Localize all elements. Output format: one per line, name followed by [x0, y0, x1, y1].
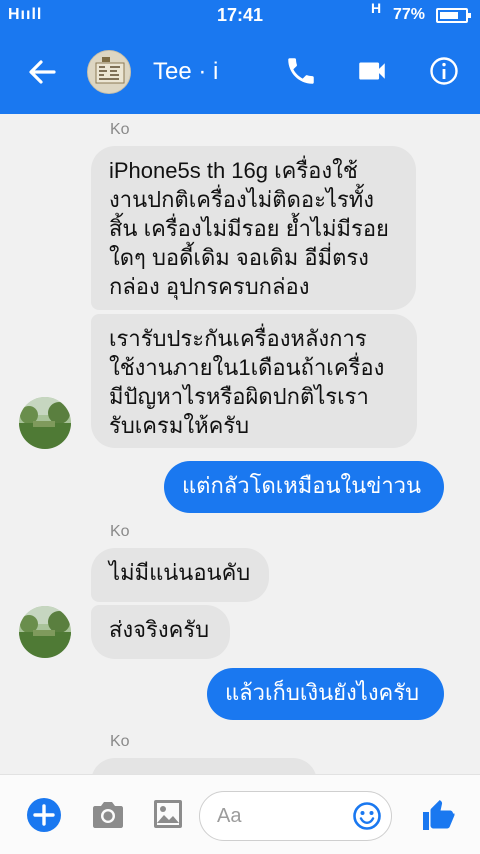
- camera-icon[interactable]: [91, 800, 125, 830]
- arrow-left-icon[interactable]: [26, 56, 58, 88]
- conversation-title[interactable]: Tee · i: [153, 58, 253, 86]
- message-list[interactable]: Ko iPhone5s th 16g เครื่องใช้ งานปกติเคร…: [0, 114, 480, 774]
- network-type: H: [371, 0, 382, 16]
- sender-name: Ko: [110, 121, 130, 138]
- conversation-header: Tee · i: [0, 30, 480, 114]
- status-bar: Hııll 17:41 H 77%: [0, 0, 480, 30]
- outgoing-message[interactable]: แล้วเก็บเงินยังไงครับ: [207, 668, 444, 720]
- battery-fill: [440, 12, 458, 19]
- phone-icon[interactable]: [284, 54, 318, 88]
- message-input[interactable]: Aa: [199, 791, 392, 841]
- sender-name: Ko: [110, 733, 130, 750]
- thumbs-up-icon[interactable]: [420, 797, 456, 833]
- sender-name: Ko: [110, 523, 130, 540]
- incoming-message[interactable]: เรารับประกันเครื่องหลังการ ใช้งานภายใน1เ…: [91, 314, 417, 448]
- incoming-message-partial[interactable]: [91, 758, 317, 774]
- image-icon[interactable]: [153, 799, 183, 829]
- message-composer: Aa: [0, 774, 480, 854]
- incoming-message[interactable]: ไม่มีแน่นอนคับ: [91, 548, 269, 602]
- outgoing-message[interactable]: แต่กลัวโดเหมือนในข่าวน: [164, 461, 444, 513]
- incoming-message[interactable]: iPhone5s th 16g เครื่องใช้ งานปกติเครื่อ…: [91, 146, 416, 310]
- video-camera-icon[interactable]: [355, 54, 389, 88]
- sender-avatar[interactable]: [19, 397, 71, 449]
- info-icon[interactable]: [427, 54, 461, 88]
- battery-icon: [436, 8, 471, 23]
- incoming-message[interactable]: ส่งจริงครับ: [91, 605, 230, 659]
- sender-avatar[interactable]: [19, 606, 71, 658]
- message-input-placeholder: Aa: [217, 805, 242, 827]
- smiley-icon[interactable]: [352, 801, 382, 831]
- battery-percent: 77%: [393, 6, 426, 23]
- contact-avatar[interactable]: [87, 50, 131, 94]
- plus-icon[interactable]: [26, 797, 62, 833]
